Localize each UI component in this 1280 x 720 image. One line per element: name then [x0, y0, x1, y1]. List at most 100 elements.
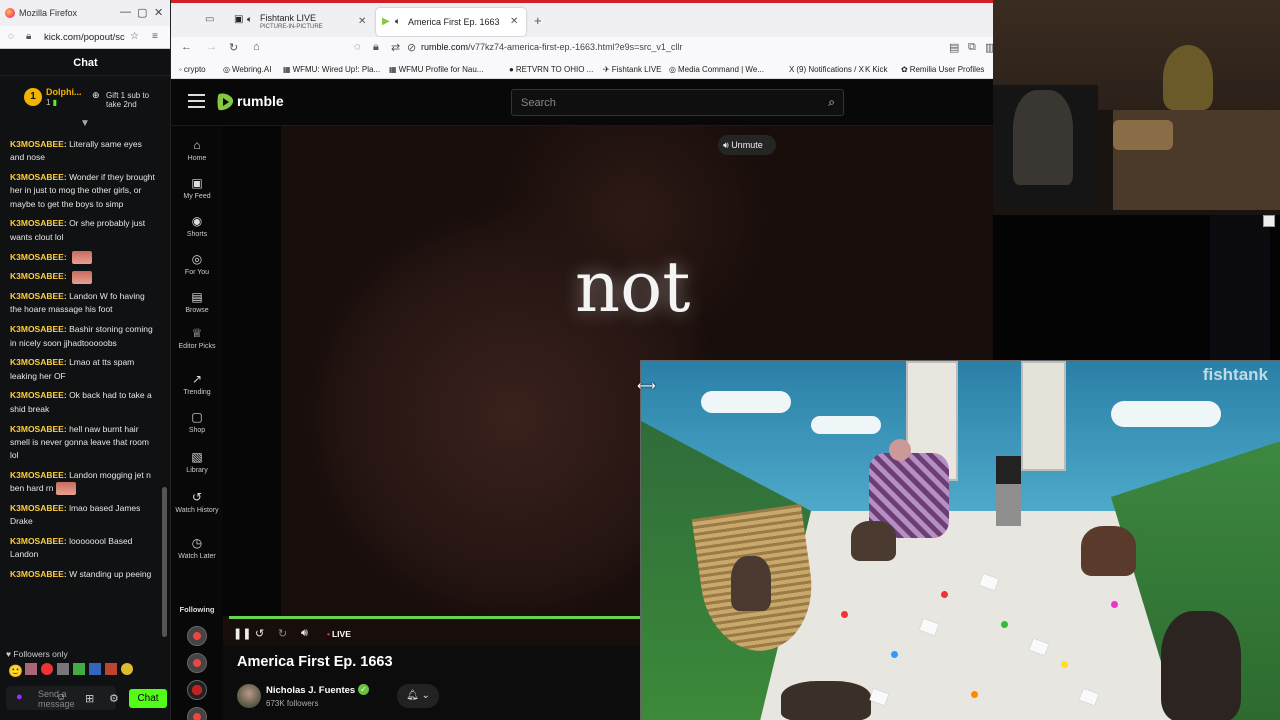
following-channel-avatar[interactable]: [187, 707, 207, 720]
kick-url-bar[interactable]: ◌ 🔒︎ kick.com/popout/sc ☆ ≡: [0, 26, 170, 49]
chat-username[interactable]: K3MOSABEE:: [10, 503, 67, 513]
bookmark-item[interactable]: ◎ Webring.AI: [223, 65, 271, 74]
nav-item-shorts[interactable]: ◉ Shorts: [171, 214, 223, 239]
channel-avatar[interactable]: [237, 684, 261, 708]
emote-icon[interactable]: 🙂: [8, 664, 23, 678]
emote-quickbar[interactable]: 🙂: [8, 663, 135, 678]
nav-item-browse[interactable]: ▤ Browse: [171, 290, 223, 315]
search-icon[interactable]: ⌕: [828, 95, 835, 110]
chat-username[interactable]: K3MOSABEE:: [10, 390, 67, 400]
bookmark-item[interactable]: ✿ Remilia User Profiles: [901, 65, 984, 74]
chat-username[interactable]: K3MOSABEE:: [10, 357, 67, 367]
rewind-icon[interactable]: ↺: [255, 627, 264, 640]
menu-icon[interactable]: ≡: [152, 31, 158, 42]
notification-bell-button[interactable]: 🔔︎ ⌄: [397, 684, 439, 708]
gift-icon[interactable]: ⊞: [85, 692, 94, 705]
bookmark-item[interactable]: K Kick: [865, 65, 887, 74]
search-input[interactable]: [512, 90, 812, 115]
nav-item-watch-later[interactable]: ◷ Watch Later: [171, 536, 223, 561]
scroll-down-icon[interactable]: ▼: [80, 118, 90, 129]
chat-username[interactable]: K3MOSABEE:: [10, 536, 67, 546]
address-bar[interactable]: rumble.com/v77kz74-america-first-ep.-166…: [421, 42, 682, 52]
forward-icon[interactable]: →: [206, 41, 217, 53]
emote-icon[interactable]: [104, 663, 117, 675]
following-channel-avatar[interactable]: [187, 680, 207, 700]
forward-skip-icon[interactable]: ↻: [278, 627, 287, 640]
nav-item-watch-history[interactable]: ↺ Watch History: [171, 490, 223, 515]
back-icon[interactable]: ←: [181, 41, 192, 53]
emote-icon[interactable]: [120, 663, 133, 675]
close-icon[interactable]: ✕: [154, 6, 163, 19]
chat-username[interactable]: K3MOSABEE:: [10, 271, 67, 281]
emote-icon[interactable]: [24, 663, 37, 675]
chat-username[interactable]: K3MOSABEE:: [10, 424, 67, 434]
window-corner-handle[interactable]: [1263, 215, 1275, 227]
lock-icon[interactable]: 🔒︎: [373, 41, 379, 54]
maximize-icon[interactable]: ▢: [137, 6, 147, 19]
chat-message-input[interactable]: ● Send a message ☺: [6, 686, 116, 710]
tab-america-first[interactable]: ▶ 🔈︎ America First Ep. 1663 ✕: [376, 8, 526, 36]
chat-username[interactable]: K3MOSABEE:: [10, 569, 67, 579]
bookmark-item[interactable]: ✈ Fishtank LIVE: [603, 65, 662, 74]
close-tab-icon[interactable]: ✕: [358, 16, 366, 27]
emote-icon[interactable]: [40, 663, 53, 675]
reader-view-icon[interactable]: ▤: [949, 41, 959, 54]
chat-username[interactable]: K3MOSABEE:: [10, 291, 67, 301]
tracking-shield-icon[interactable]: ◌: [8, 31, 14, 42]
bookmark-item[interactable]: ◎ Media Command | We...: [669, 65, 764, 74]
chat-username[interactable]: K3MOSABEE:: [10, 139, 67, 149]
nav-item-trending[interactable]: ↗ Trending: [171, 372, 223, 397]
search-box[interactable]: ⌕: [511, 89, 844, 116]
hamburger-menu-icon[interactable]: [188, 94, 205, 108]
tab-list-icon[interactable]: ▭: [205, 14, 214, 25]
new-tab-button[interactable]: +: [534, 13, 542, 28]
bookmark-item[interactable]: ◦ crypto: [179, 65, 206, 74]
bookmark-item[interactable]: ▦ WFMU Profile for Nau...: [389, 65, 483, 74]
chat-send-button[interactable]: Chat: [129, 689, 167, 708]
chat-scrollbar-thumb[interactable]: [162, 487, 167, 637]
nav-item-shop[interactable]: ▢ Shop: [171, 410, 223, 435]
chat-username[interactable]: K3MOSABEE:: [10, 470, 67, 480]
close-tab-icon[interactable]: ✕: [510, 16, 518, 27]
picture-in-picture-window[interactable]: fishtank: [640, 360, 1280, 720]
chat-username[interactable]: K3MOSABEE:: [10, 172, 67, 182]
microphone-icon[interactable]: ●: [16, 691, 23, 703]
following-channel-avatar[interactable]: [187, 653, 207, 673]
camera-permission-icon[interactable]: ⊘: [407, 41, 416, 54]
gift-sub-text[interactable]: Gift 1 sub to take 2nd: [106, 91, 166, 109]
bookmark-item[interactable]: X (9) Notifications / X: [789, 65, 864, 74]
gear-icon[interactable]: ⚙: [109, 692, 119, 705]
kick-url-text[interactable]: kick.com/popout/sc: [44, 32, 125, 43]
lock-icon[interactable]: 🔒︎: [26, 31, 31, 42]
volume-icon[interactable]: 🔊︎: [301, 627, 308, 640]
nav-item-library[interactable]: ▧ Library: [171, 450, 223, 475]
tracking-shield-icon[interactable]: ◌: [354, 41, 361, 53]
tab-fishtank-live[interactable]: ▣ 🔈︎ Fishtank LIVE PICTURE-IN-PICTURE ✕: [228, 8, 373, 36]
following-channel-avatar[interactable]: [187, 626, 207, 646]
permissions-icon[interactable]: ⇄: [391, 41, 400, 54]
unmute-button[interactable]: 🔊︎ Unmute: [718, 135, 776, 155]
home-icon[interactable]: ⌂: [253, 41, 260, 53]
emoji-picker-icon[interactable]: ☺: [56, 692, 66, 703]
pause-icon[interactable]: ❚❚: [233, 627, 251, 640]
nav-item-editor-picks[interactable]: ♕ Editor Picks: [171, 326, 223, 351]
nav-item-for-you[interactable]: ◎ For You: [171, 252, 223, 277]
reload-icon[interactable]: ↻: [229, 41, 238, 54]
bookmark-star-icon[interactable]: ☆: [130, 31, 139, 42]
bookmark-item[interactable]: ▦ WFMU: Wired Up!: Pla...: [283, 65, 380, 74]
chat-username[interactable]: K3MOSABEE:: [10, 324, 67, 334]
pip-icon[interactable]: ⧉: [968, 41, 976, 54]
minimize-icon[interactable]: —: [120, 6, 131, 18]
chat-username[interactable]: K3MOSABEE:: [10, 218, 67, 228]
nav-item-my-feed[interactable]: ▣ My Feed: [171, 176, 223, 201]
nav-item-home[interactable]: ⌂ Home: [171, 138, 223, 163]
chat-scrollbar[interactable]: [161, 130, 167, 645]
channel-name[interactable]: Nicholas J. Fuentes: [266, 685, 355, 696]
emote-icon[interactable]: [88, 663, 101, 675]
emote-icon[interactable]: [72, 663, 85, 675]
emote-icon[interactable]: [56, 663, 69, 675]
bookmark-item[interactable]: ● RETVRN TO OHIO ...: [509, 65, 593, 74]
sidebar-icon[interactable]: ▥: [985, 41, 993, 54]
chat-username[interactable]: K3MOSABEE:: [10, 252, 67, 262]
gift-leaderboard[interactable]: 1 Dolphi... 1 ▮ ⊕ Gift 1 sub to take 2nd: [0, 78, 170, 118]
